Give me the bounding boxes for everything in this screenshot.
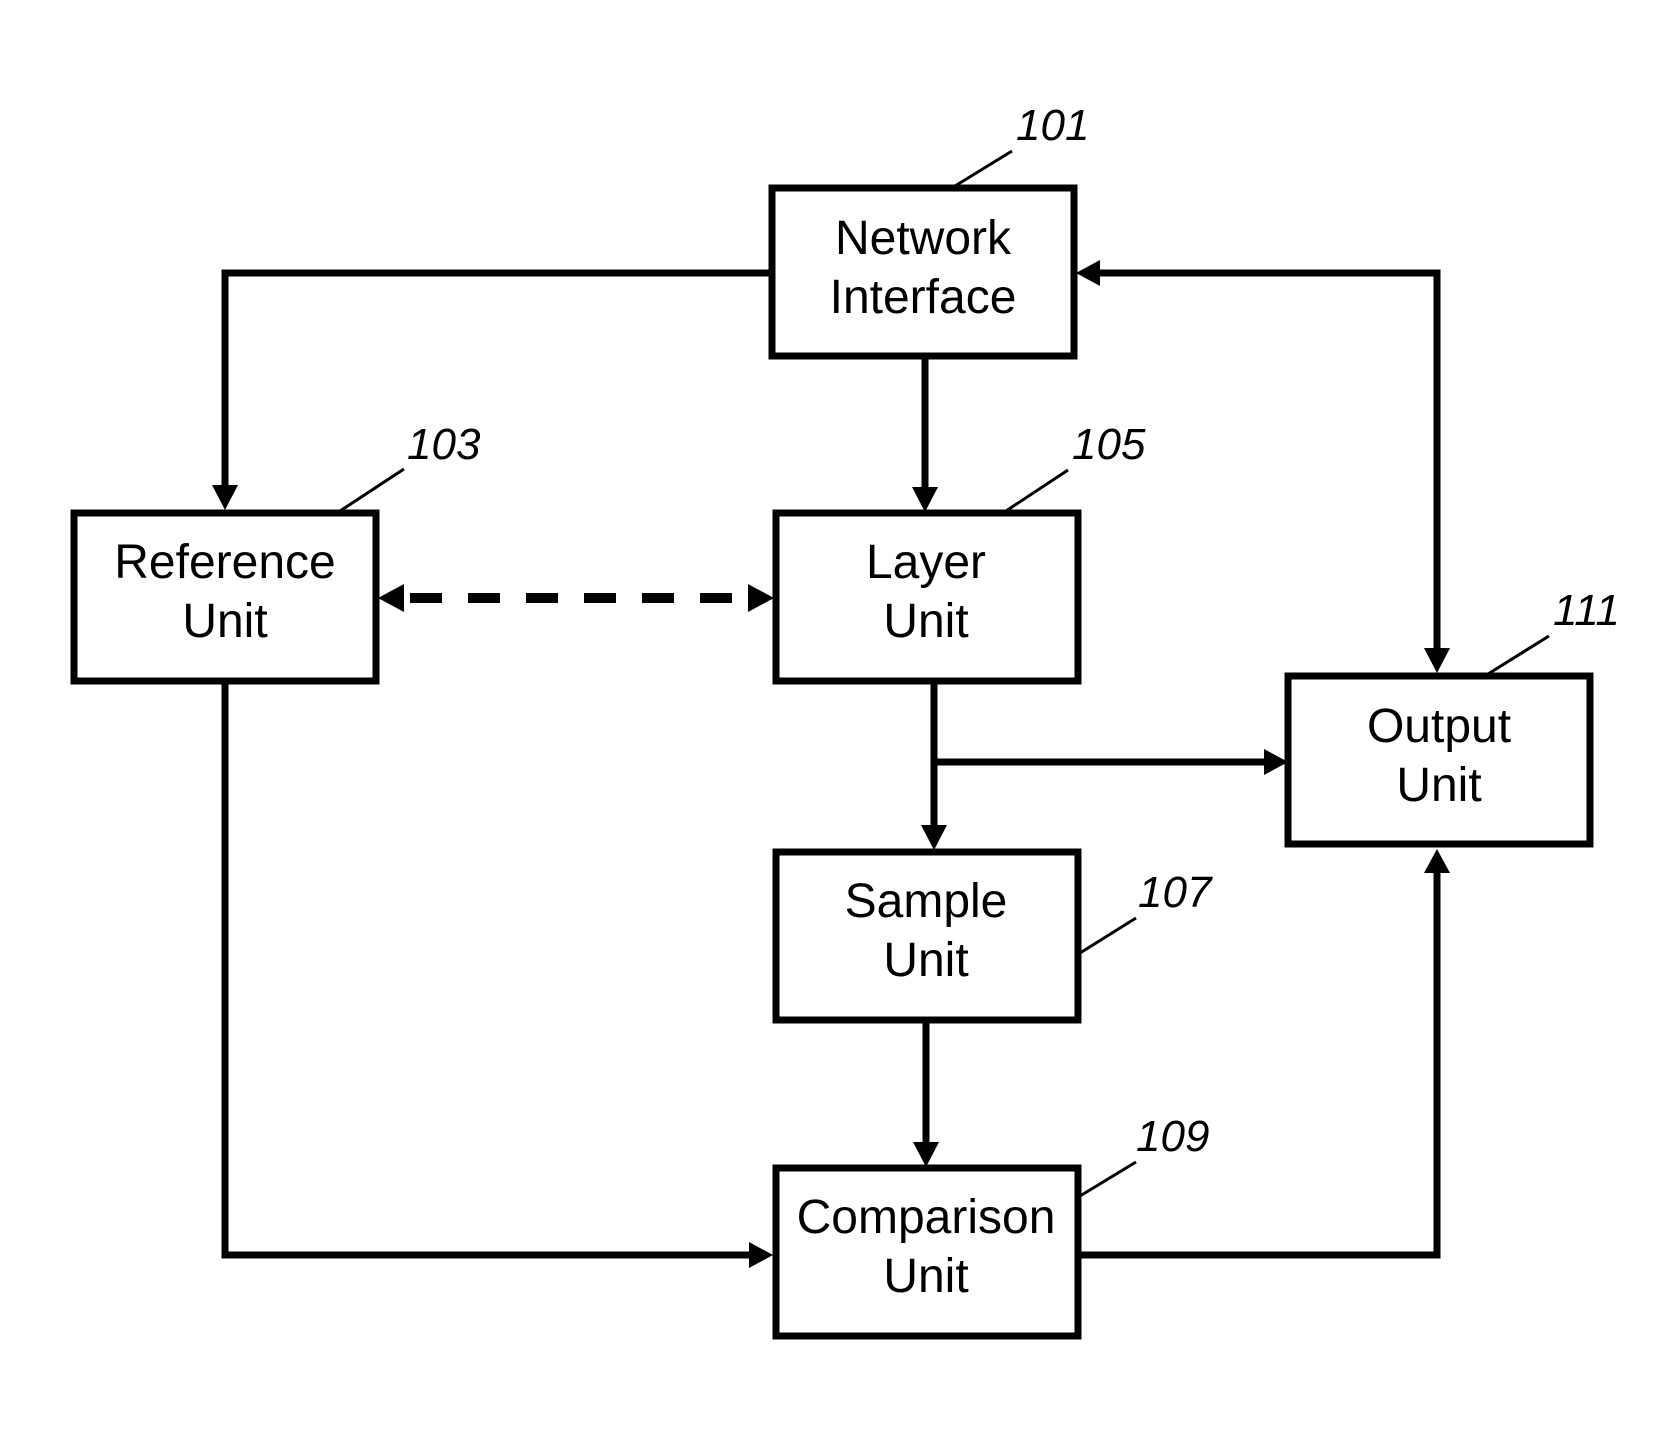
ref-numeral-111: 111: [1487, 586, 1620, 676]
arrowhead-left-icon: [378, 584, 404, 612]
ref-number: 109: [1136, 1112, 1209, 1161]
edge-layer-to-sample: [921, 684, 947, 850]
edge-network-to-layer: [912, 358, 938, 512]
arrowhead-right-icon: [748, 584, 774, 612]
node-label-line-1: Network: [835, 212, 1012, 265]
node-label-line-2: Unit: [1396, 759, 1481, 812]
node-sample-unit[interactable]: Sample Unit: [772, 848, 1082, 1024]
arrowhead-down-icon: [913, 1142, 939, 1167]
arrowhead-right-icon: [1264, 749, 1288, 775]
ref-number: 111: [1553, 586, 1620, 635]
node-label-line-2: Unit: [883, 934, 968, 987]
ref-number: 103: [407, 420, 481, 469]
ref-numeral-107: 107: [1079, 868, 1213, 955]
ref-numeral-101: 101: [954, 101, 1089, 188]
ref-numeral-105: 105: [1005, 420, 1146, 513]
ref-numeral-103: 103: [339, 420, 481, 513]
node-label-line-1: Output: [1367, 700, 1511, 753]
node-reference-unit[interactable]: Reference Unit: [70, 509, 380, 685]
ref-number: 101: [1016, 101, 1089, 150]
node-label-line-1: Layer: [866, 536, 986, 589]
block-diagram: Network Interface Reference Unit Layer U…: [70, 101, 1620, 1340]
node-network-interface[interactable]: Network Interface: [768, 184, 1078, 360]
edge-reference-to-comparison: [221, 683, 773, 1268]
node-label-line-2: Interface: [830, 271, 1017, 324]
edge-comparison-to-output: [1076, 849, 1450, 1259]
node-label-line-1: Comparison: [797, 1191, 1056, 1244]
arrowhead-up-icon: [1424, 849, 1450, 873]
edge-sample-to-comparison: [913, 1022, 939, 1167]
node-layer-unit[interactable]: Layer Unit: [772, 509, 1082, 685]
node-label-line-2: Unit: [182, 595, 267, 648]
arrowhead-down-icon: [212, 485, 238, 510]
ref-number: 107: [1138, 868, 1213, 917]
arrowhead-down-icon: [1424, 648, 1450, 673]
ref-number: 105: [1072, 420, 1146, 469]
edge-network-to-reference: [212, 269, 772, 510]
arrowhead-down-icon: [912, 487, 938, 512]
node-comparison-unit[interactable]: Comparison Unit: [772, 1164, 1082, 1340]
edge-layer-to-output: [934, 749, 1288, 775]
node-label-line-2: Unit: [883, 1250, 968, 1303]
arrowhead-right-icon: [749, 1242, 773, 1268]
node-output-unit[interactable]: Output Unit: [1284, 672, 1594, 848]
arrowhead-down-icon: [921, 825, 947, 850]
edge-reference-layer-dashed: [378, 584, 774, 612]
ref-numeral-109: 109: [1079, 1112, 1209, 1198]
node-label-line-2: Unit: [883, 595, 968, 648]
arrowhead-left-icon: [1076, 260, 1100, 286]
node-label-line-1: Reference: [114, 536, 335, 589]
node-label-line-1: Sample: [845, 875, 1008, 928]
